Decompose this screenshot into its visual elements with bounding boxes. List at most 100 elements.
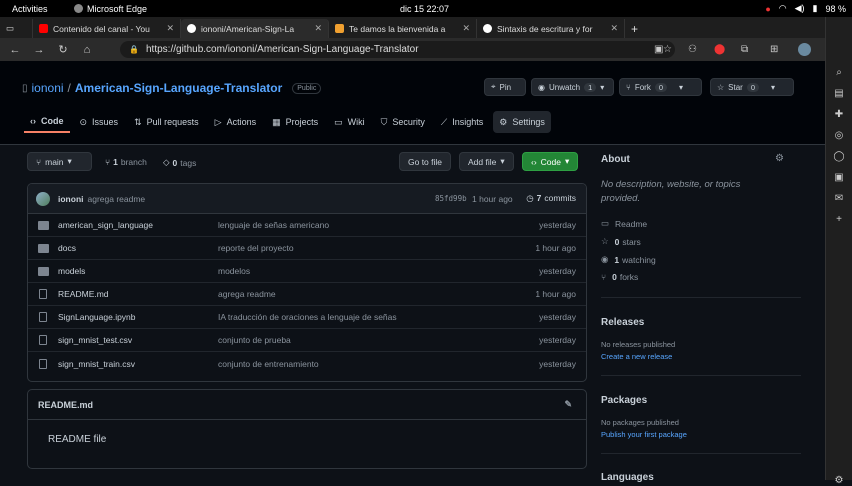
packages-title[interactable]: Packages xyxy=(601,395,647,406)
system-tray[interactable]: ● ◠ ◀) ▮ 98 % xyxy=(765,3,846,14)
file-name[interactable]: models xyxy=(58,266,85,276)
languages-title: Languages xyxy=(601,472,654,483)
add-file-button[interactable]: Add file ▾ xyxy=(459,152,514,171)
app-menu[interactable]: Microsoft Edge xyxy=(74,4,147,14)
close-icon[interactable]: ✕ xyxy=(314,23,322,34)
branches-link[interactable]: ⑂ 1 branch xyxy=(105,157,147,167)
pencil-icon[interactable]: ✎ xyxy=(564,399,572,410)
repo-name-link[interactable]: American-Sign-Language-Translator xyxy=(75,81,282,95)
shopping-icon[interactable]: ▤ xyxy=(834,88,843,99)
tab-pull-requests[interactable]: ⇅ Pull requests xyxy=(128,111,205,133)
table-row[interactable]: models modelos yesterday xyxy=(28,260,586,283)
file-commit-message[interactable]: agrega readme xyxy=(218,289,276,299)
file-name[interactable]: american_sign_language xyxy=(58,220,153,230)
star-button[interactable]: ☆ Star 0 ▾ xyxy=(710,78,794,96)
readme-link[interactable]: ▭ Readme xyxy=(601,218,647,229)
tab-security[interactable]: ⛉ Security xyxy=(375,111,431,133)
pin-button[interactable]: ⌖ Pin xyxy=(484,78,526,96)
tab-wiki[interactable]: ▭ Wiki xyxy=(328,111,371,133)
file-name[interactable]: docs xyxy=(58,243,76,253)
whatsapp-icon[interactable]: ◯ xyxy=(833,151,844,162)
forks-link[interactable]: ⑂ 0 forks xyxy=(601,272,638,282)
table-row[interactable]: sign_mnist_train.csv conjunto de entrenam… xyxy=(28,352,586,375)
url-field[interactable]: 🔒 https://github.com/iononi/American-Sig… xyxy=(120,41,675,58)
readme-header: README.md ✎ xyxy=(28,390,586,420)
browser-tab-welcome[interactable]: Te damos la bienvenida a ✕ xyxy=(329,19,477,38)
extension-red-icon[interactable]: ⬤ xyxy=(714,44,725,55)
fork-button[interactable]: ⑂ Fork 0 ▾ xyxy=(619,78,702,96)
avatar[interactable] xyxy=(36,191,50,206)
file-commit-message[interactable]: lenguaje de señas americano xyxy=(218,220,329,230)
favorite-icon[interactable]: ☆ xyxy=(663,44,672,55)
collections-icon[interactable]: ⊞ xyxy=(770,44,778,55)
branches-count: 1 xyxy=(113,157,118,167)
refresh-icon[interactable]: ↻ xyxy=(54,43,72,56)
workspaces-button[interactable]: ▭ xyxy=(0,19,33,38)
releases-title[interactable]: Releases xyxy=(601,317,644,328)
extension-icon[interactable]: ⚇ xyxy=(688,44,697,55)
tags-link[interactable]: ◇ 0 tags xyxy=(163,157,196,168)
home-icon[interactable]: ⌂ xyxy=(78,44,96,56)
star-icon: ☆ xyxy=(601,236,609,246)
tools-icon[interactable]: ✚ xyxy=(835,109,843,120)
watching-link[interactable]: ◉ 1 watching xyxy=(601,254,656,265)
browser-tab-strip: ▭ Contenido del canal - You ✕ iononi/Ame… xyxy=(0,17,825,38)
office-icon[interactable]: ▣ xyxy=(834,172,843,183)
chevron-down-icon: ▾ xyxy=(67,156,72,166)
back-icon[interactable]: ← xyxy=(6,44,24,56)
new-tab-button[interactable]: + xyxy=(625,19,649,38)
table-row[interactable]: american_sign_language lenguaje de señas … xyxy=(28,214,586,237)
commit-hash[interactable]: 85fd99b xyxy=(435,194,467,203)
tab-settings[interactable]: ⚙ Settings xyxy=(493,111,551,133)
tab-title: Sintaxis de escritura y for xyxy=(497,23,593,34)
branch-selector[interactable]: ⑂ main ▾ xyxy=(27,152,92,171)
tab-actions[interactable]: ▷ Actions xyxy=(209,111,262,133)
gear-icon[interactable]: ⚙ xyxy=(775,153,784,164)
create-release-link[interactable]: Create a new release xyxy=(601,352,672,361)
browser-tab-github[interactable]: iononi/American-Sign-La ✕ xyxy=(181,19,329,38)
file-commit-message[interactable]: modelos xyxy=(218,266,250,276)
tab-insights[interactable]: ⟋ Insights xyxy=(435,111,489,133)
commit-author[interactable]: iononi xyxy=(58,194,84,204)
go-to-file-button[interactable]: Go to file xyxy=(399,152,452,171)
graph-icon: ⟋ xyxy=(440,116,448,127)
commit-message[interactable]: agrega readme xyxy=(88,194,146,204)
file-commit-message[interactable]: IA traducción de oraciones a lenguaje de… xyxy=(218,312,397,322)
profile-avatar[interactable] xyxy=(798,43,811,56)
activities-button[interactable]: Activities xyxy=(12,4,48,14)
commits-link[interactable]: ◷ 7 commits xyxy=(526,193,576,204)
outlook-icon[interactable]: ✉ xyxy=(835,193,843,204)
stars-link[interactable]: ☆ 0 stars xyxy=(601,236,641,247)
forward-icon[interactable]: → xyxy=(30,44,48,56)
file-commit-message[interactable]: conjunto de prueba xyxy=(218,335,291,345)
browser-tab-syntax[interactable]: Sintaxis de escritura y for ✕ xyxy=(477,19,625,38)
file-name[interactable]: SignLanguage.ipynb xyxy=(58,312,136,322)
unwatch-button[interactable]: ◉ Unwatch 1 ▾ xyxy=(531,78,614,96)
settings-icon[interactable]: ⚙ xyxy=(835,475,844,486)
repo-owner-link[interactable]: iononi xyxy=(32,81,64,95)
table-row[interactable]: docs reporte del proyecto 1 hour ago xyxy=(28,237,586,260)
file-name[interactable]: sign_mnist_test.csv xyxy=(58,335,132,345)
search-icon[interactable]: ⌕ xyxy=(836,67,842,78)
tab-code[interactable]: ‹› Code xyxy=(24,111,70,133)
tab-projects[interactable]: ▦ Projects xyxy=(266,111,324,133)
table-row[interactable]: README.md agrega readme 1 hour ago xyxy=(28,283,586,306)
add-icon[interactable]: + xyxy=(836,214,842,225)
file-commit-message[interactable]: conjunto de entrenamiento xyxy=(218,359,319,369)
code-button[interactable]: ‹› Code ▾ xyxy=(522,152,579,171)
extensions-icon[interactable]: ⧉ xyxy=(741,44,748,55)
publish-package-link[interactable]: Publish your first package xyxy=(601,430,687,439)
games-icon[interactable]: ◎ xyxy=(835,130,844,141)
file-name[interactable]: README.md xyxy=(58,289,109,299)
browser-tab-youtube[interactable]: Contenido del canal - You ✕ xyxy=(33,19,181,38)
table-row[interactable]: SignLanguage.ipynb IA traducción de oraci… xyxy=(28,306,586,329)
close-icon[interactable]: ✕ xyxy=(166,23,174,34)
file-name[interactable]: sign_mnist_train.csv xyxy=(58,359,135,369)
close-icon[interactable]: ✕ xyxy=(610,23,618,34)
tab-issues[interactable]: ⊙ Issues xyxy=(74,111,125,133)
table-row[interactable]: sign_mnist_test.csv conjunto de prueba yes… xyxy=(28,329,586,352)
file-commit-message[interactable]: reporte del proyecto xyxy=(218,243,294,253)
stars-count: 0 xyxy=(614,236,620,247)
clock[interactable]: dic 15 22:07 xyxy=(400,4,449,14)
close-icon[interactable]: ✕ xyxy=(462,23,470,34)
